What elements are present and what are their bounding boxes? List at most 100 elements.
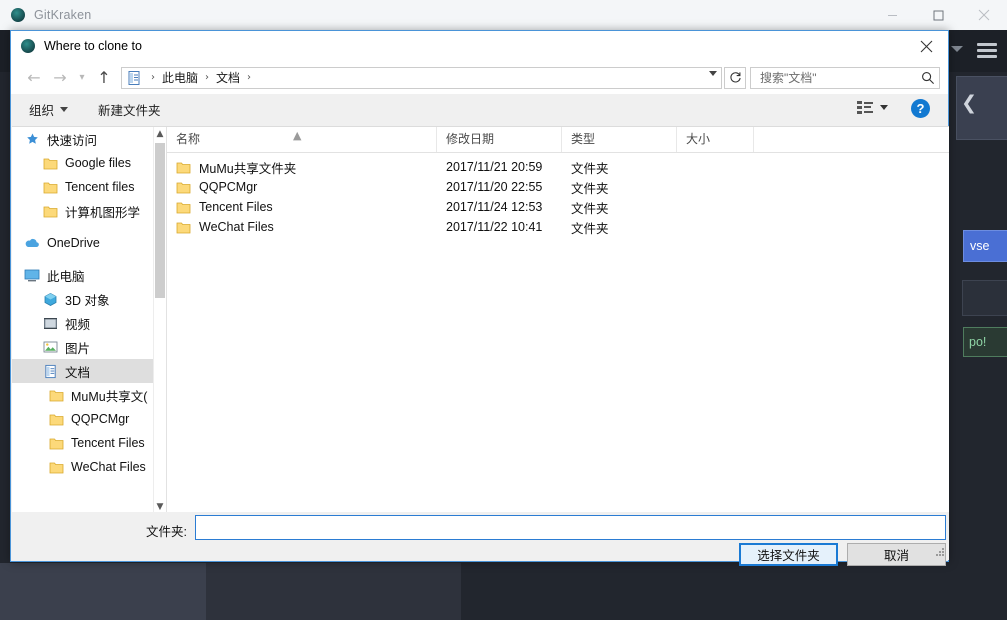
select-folder-button[interactable]: 选择文件夹 — [739, 543, 838, 566]
scrollbar-track[interactable] — [154, 141, 166, 500]
navigation-pane-scrollbar[interactable]: ▲ ▼ — [153, 127, 166, 514]
folder-icon — [42, 179, 58, 195]
column-header-size[interactable]: 大小 — [677, 127, 754, 152]
search-icon[interactable] — [921, 71, 935, 85]
close-icon[interactable] — [961, 0, 1007, 30]
videos-icon — [42, 315, 58, 331]
open-repo-button[interactable]: po! — [963, 327, 1007, 357]
file-type: 文件夹 — [571, 161, 609, 176]
file-modified: 2017/11/22 10:41 — [446, 220, 543, 234]
column-header-name[interactable]: 名称 ▲ — [167, 127, 437, 152]
sidebar-item-qqpcmgr[interactable]: QQPCMgr — [12, 407, 156, 431]
table-row[interactable]: QQPCMgr 2017/11/20 22:55 文件夹 — [167, 177, 949, 197]
table-row[interactable]: Tencent Files 2017/11/24 12:53 文件夹 — [167, 197, 949, 217]
folder-icon — [42, 155, 58, 171]
search-box[interactable] — [750, 66, 940, 89]
new-folder-button[interactable]: 新建文件夹 — [98, 100, 161, 119]
sidebar-item-label: 3D 对象 — [65, 293, 110, 308]
dialog-footer: 文件夹: 选择文件夹 取消 — [12, 512, 949, 566]
sidebar-item-this-pc[interactable]: 此电脑 — [12, 263, 156, 287]
breadcrumb-item-documents[interactable]: 文档 — [215, 69, 241, 86]
folder-input-wrapper[interactable] — [195, 515, 946, 540]
column-header-modified[interactable]: 修改日期 — [437, 127, 562, 152]
where-to-clone-dialog: Where to clone to ← → ▾ ↑ › 此电脑 › 文档 › 搜… — [10, 30, 949, 566]
sidebar-item-3d-objects[interactable]: 3D 对象 — [12, 287, 156, 311]
sidebar-item-onedrive[interactable]: OneDrive — [12, 231, 156, 255]
breadcrumb-separator: › — [205, 72, 210, 83]
file-name-cell: WeChat Files — [167, 220, 437, 234]
sort-ascending-icon: ▲ — [293, 129, 302, 142]
chevron-down-icon[interactable]: ▾ — [73, 65, 91, 91]
folder-label: 文件夹: — [146, 525, 187, 539]
chevron-up-icon[interactable]: ▲ — [154, 127, 166, 141]
navigation-pane: 快速访问 Google files Tencent files 计算机图形学 O… — [12, 127, 166, 514]
folder-icon — [48, 387, 64, 403]
gitkraken-title: GitKraken — [34, 8, 92, 22]
pin-star-icon — [24, 131, 40, 147]
dialog-titlebar: Where to clone to — [11, 31, 948, 61]
gitkraken-logo-icon — [11, 8, 25, 22]
file-type: 文件夹 — [571, 181, 609, 196]
sidebar-item-wechat-files[interactable]: WeChat Files — [12, 455, 156, 479]
browse-button[interactable]: vse — [963, 230, 1007, 262]
search-input[interactable] — [758, 69, 921, 86]
sidebar-item-computer-graphics[interactable]: 计算机图形学 — [12, 199, 156, 223]
resize-grip-icon[interactable] — [934, 546, 946, 558]
pictures-icon — [42, 339, 58, 355]
dialog-command-bar: 组织 新建文件夹 ? — [11, 94, 948, 125]
sidebar-item-documents[interactable]: 文档 — [12, 359, 156, 383]
hamburger-menu-icon[interactable] — [977, 43, 997, 59]
file-type: 文件夹 — [571, 221, 609, 236]
file-modified: 2017/11/20 22:55 — [446, 180, 543, 194]
sidebar-item-tencent-files[interactable]: Tencent files — [12, 175, 156, 199]
sidebar-item-pictures[interactable]: 图片 — [12, 335, 156, 359]
chevron-down-icon[interactable] — [709, 70, 717, 76]
help-icon[interactable]: ? — [911, 99, 930, 118]
file-modified: 2017/11/24 12:53 — [446, 200, 543, 214]
arrow-left-icon[interactable]: ← — [21, 65, 47, 91]
arrow-right-icon[interactable]: → — [47, 65, 73, 91]
table-row[interactable]: MuMu共享文件夹 2017/11/21 20:59 文件夹 — [167, 157, 949, 177]
3d-objects-icon — [42, 291, 58, 307]
navigation-tree: 快速访问 Google files Tencent files 计算机图形学 O… — [12, 127, 156, 479]
sidebar-item-mumu-shared[interactable]: MuMu共享文( — [12, 383, 156, 407]
scrollbar-thumb[interactable] — [155, 143, 165, 298]
refresh-icon[interactable] — [724, 66, 746, 89]
column-header-type[interactable]: 类型 — [562, 127, 677, 152]
breadcrumb-item-this-pc[interactable]: 此电脑 — [161, 69, 199, 86]
sidebar-item-label: WeChat Files — [71, 460, 146, 474]
sidebar-item-quick-access[interactable]: 快速访问 — [12, 127, 156, 151]
chevron-left-icon[interactable]: ❮ — [961, 92, 977, 114]
view-layout-icon — [857, 101, 873, 114]
file-list-pane: 名称 ▲ 修改日期 类型 大小 MuMu共享文件夹 2017/11/21 20:… — [166, 127, 949, 514]
file-name: Tencent Files — [199, 200, 273, 214]
gitkraken-secondary-button[interactable] — [962, 280, 1007, 316]
gitkraken-panel-right — [461, 563, 1007, 620]
this-pc-icon — [24, 267, 40, 283]
sidebar-item-label: OneDrive — [47, 236, 100, 250]
sidebar-item-label: Google files — [65, 156, 132, 170]
onedrive-cloud-icon — [24, 235, 40, 251]
file-type: 文件夹 — [571, 201, 609, 216]
maximize-icon[interactable] — [915, 0, 961, 30]
folder-icon — [48, 459, 64, 475]
sidebar-item-label: MuMu共享文( — [71, 389, 148, 404]
view-mode-button[interactable] — [857, 101, 888, 114]
folder-icon — [176, 162, 191, 173]
sidebar-item-tencent-files-2[interactable]: Tencent Files — [12, 431, 156, 455]
address-breadcrumb-bar[interactable]: › 此电脑 › 文档 › — [121, 66, 722, 89]
folder-input[interactable] — [196, 516, 945, 539]
sidebar-item-videos[interactable]: 视频 — [12, 311, 156, 335]
file-name: MuMu共享文件夹 — [199, 161, 297, 176]
sidebar-item-google-files[interactable]: Google files — [12, 151, 156, 175]
arrow-up-icon[interactable]: ↑ — [91, 65, 117, 91]
minimize-icon[interactable] — [869, 0, 915, 30]
close-icon[interactable] — [904, 31, 948, 61]
gitkraken-panel-left — [0, 563, 206, 620]
organize-button[interactable]: 组织 — [29, 100, 69, 119]
cancel-button[interactable]: 取消 — [847, 543, 946, 566]
table-row[interactable]: WeChat Files 2017/11/22 10:41 文件夹 — [167, 217, 949, 237]
file-name-cell: QQPCMgr — [167, 180, 437, 194]
file-name: WeChat Files — [199, 220, 274, 234]
chevron-down-icon[interactable] — [951, 46, 963, 52]
